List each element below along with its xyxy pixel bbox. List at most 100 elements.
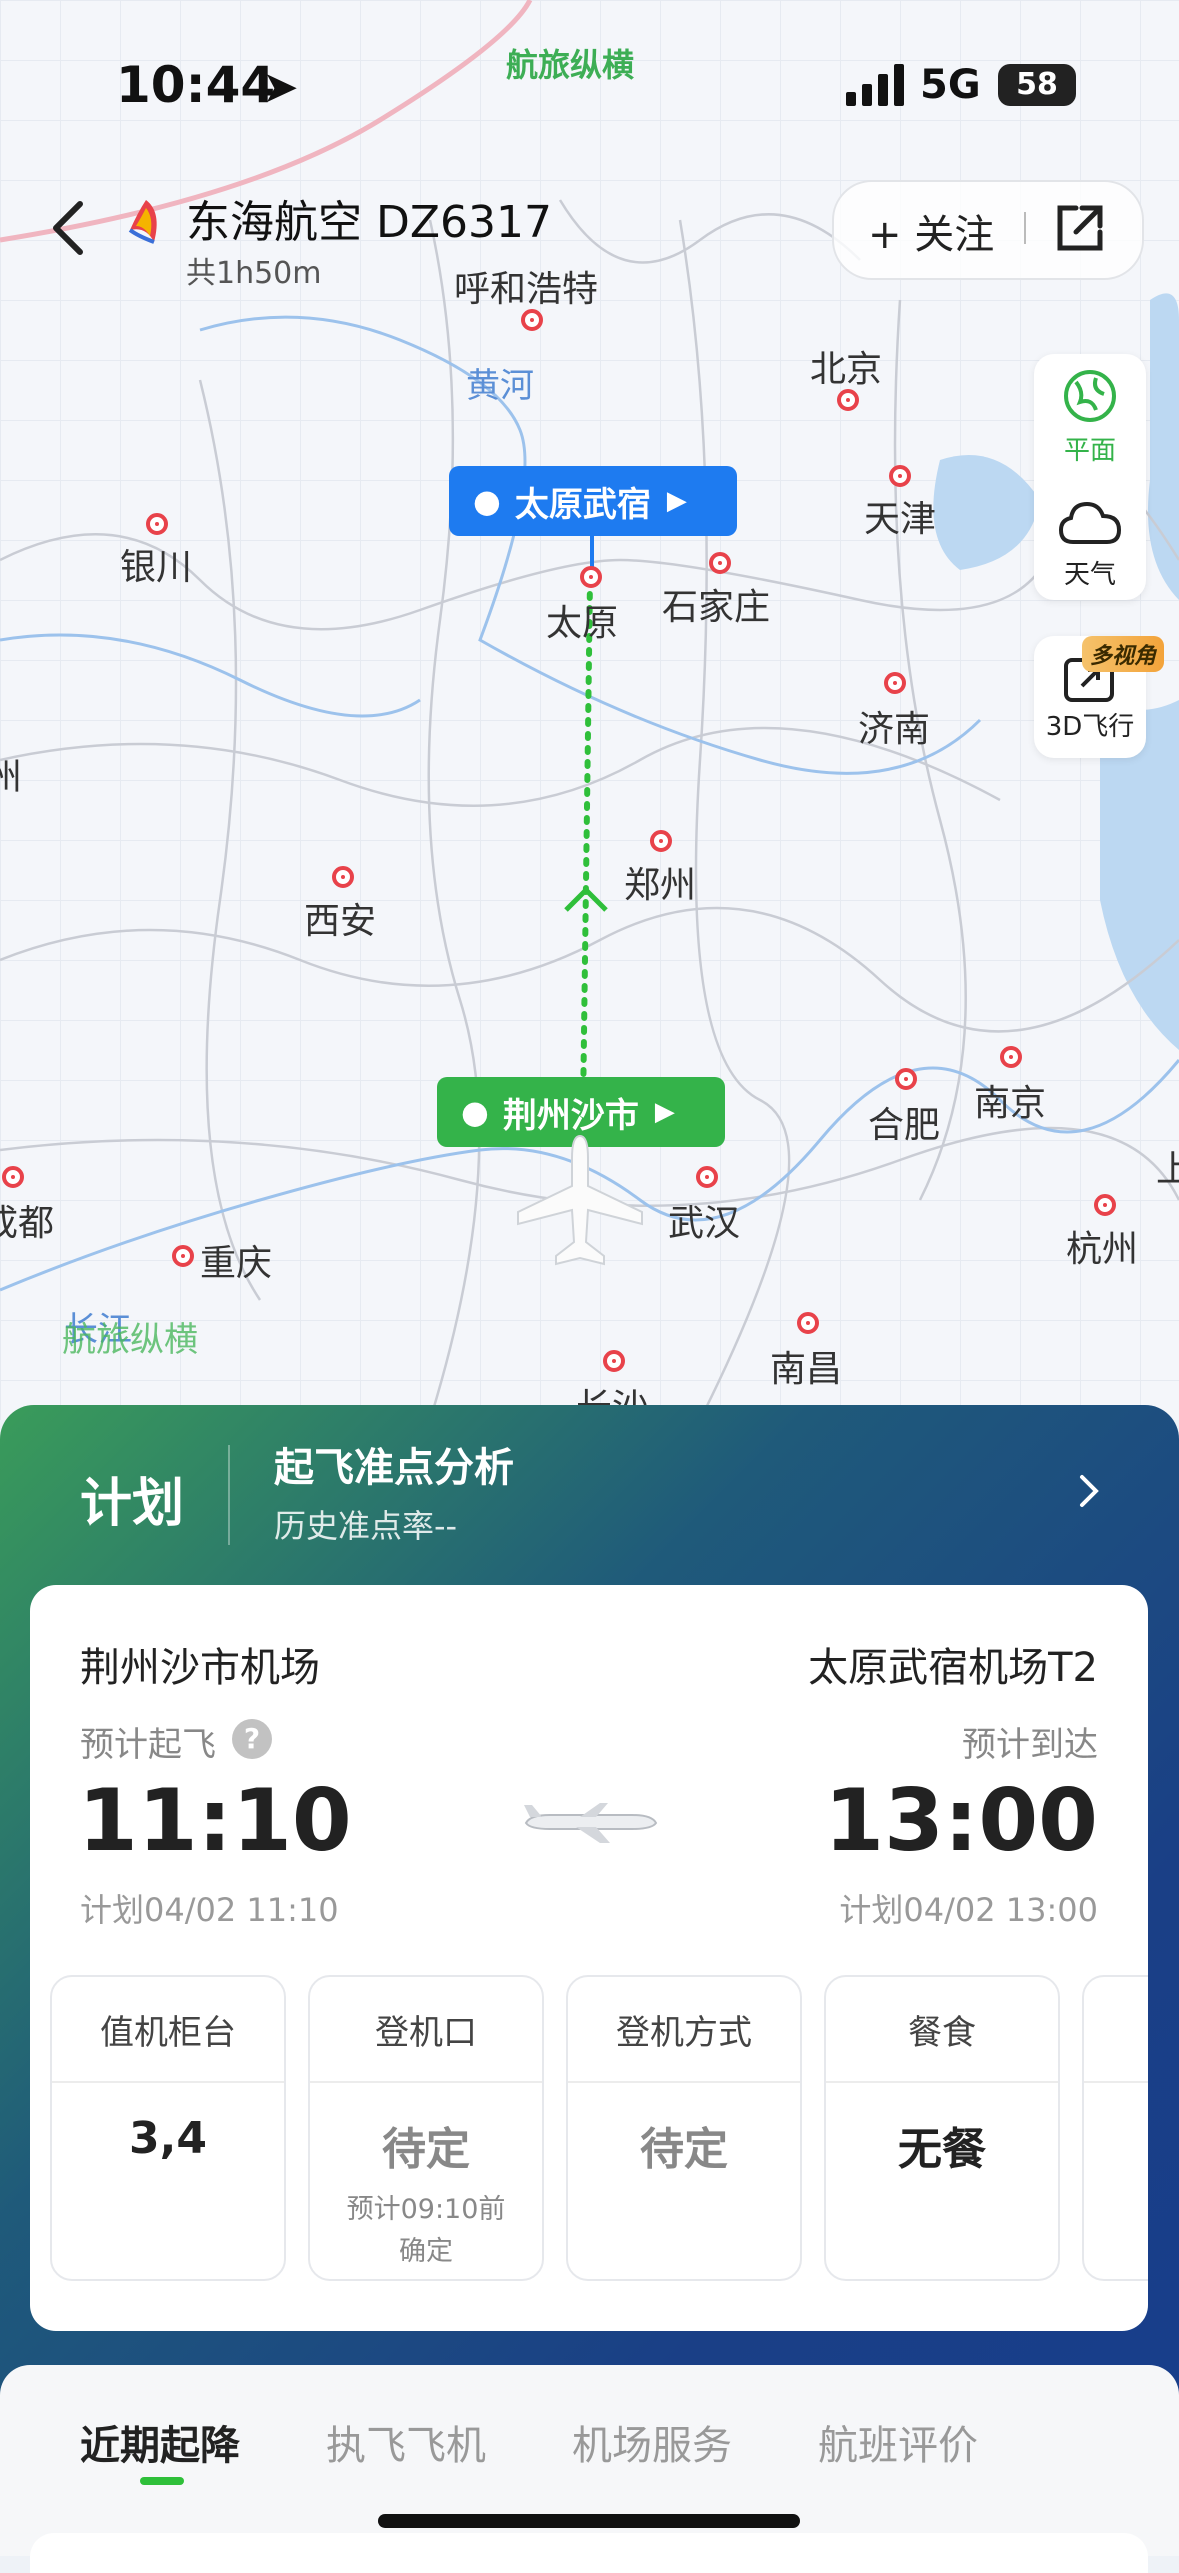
city-dot [895, 1068, 917, 1090]
tile-value: 待定 [640, 2124, 728, 2175]
share-icon [1057, 205, 1103, 251]
city-label: 济南 [858, 709, 931, 750]
city-label: 南京 [974, 1083, 1047, 1124]
boarding-method-tile[interactable]: 登机方式 待定 [566, 1975, 802, 2281]
river-label: 黄河 [466, 366, 534, 406]
tile-title: 下 [1084, 1977, 1148, 2083]
tab-recent-flights[interactable]: 近期起降 [80, 2413, 240, 2471]
destination-airport-tag[interactable]: ● 太原武宿 ▶ [449, 466, 737, 536]
city-label: 西安 [304, 901, 377, 942]
airplane-icon [524, 1803, 658, 1843]
city-label: 天津 [864, 499, 937, 540]
city-label: 重庆 [200, 1243, 273, 1284]
more-tile[interactable]: 下 [1082, 1975, 1148, 2281]
city-dot [332, 866, 354, 888]
info-tiles-row[interactable]: 值机柜台 3,4 登机口 待定 预计09:10前确定 登机方式 待定 餐食 无餐… [50, 1975, 1148, 2281]
map-watermark: 航旅纵横 [62, 1320, 198, 1360]
flight-detail-card: 荆州沙市机场 太原武宿机场T2 预计起飞 ? 预计到达 11:10 13:00 … [30, 1585, 1148, 2331]
city-dot [1000, 1046, 1022, 1068]
city-dot [889, 465, 911, 487]
city-label: 南昌 [770, 1349, 843, 1390]
city-dot [884, 672, 906, 694]
city-label: 郑州 [624, 865, 697, 906]
tile-title: 登机口 [310, 1977, 542, 2083]
city-dot [837, 389, 859, 411]
plan-label: 计划 [80, 1474, 185, 1534]
departure-label: 预计起飞 [80, 1725, 216, 1765]
share-button[interactable] [1052, 200, 1108, 256]
network-type: 5G [920, 62, 981, 108]
city-dot [650, 830, 672, 852]
gate-tile[interactable]: 登机口 待定 预计09:10前确定 [308, 1975, 544, 2281]
arrival-time: 13:00 [824, 1771, 1098, 1871]
tab-aircraft[interactable]: 执飞飞机 [326, 2413, 486, 2471]
city-label: 呼和浩特 [454, 269, 599, 310]
arrival-label: 预计到达 [962, 1725, 1098, 1765]
punctuality-rate: 历史准点率-- [274, 1507, 458, 1545]
help-icon[interactable]: ? [232, 1719, 272, 1759]
caret-right-icon: ▶ [666, 486, 687, 516]
city-label: 杭州 [1066, 1229, 1139, 1270]
next-section-card [30, 2533, 1148, 2573]
weather-button[interactable]: 天气 [1034, 494, 1146, 594]
city-dot [709, 552, 731, 574]
airplane-icon [517, 1134, 643, 1266]
cloud-icon [1058, 501, 1122, 544]
active-tab-indicator [140, 2477, 184, 2485]
location-arrow-icon: ➤ [262, 62, 299, 113]
departure-time: 11:10 [78, 1771, 352, 1871]
city-label: 上 [1156, 1149, 1179, 1190]
flat-map-button[interactable]: 平面 [1034, 368, 1146, 468]
punctuality-section[interactable]: 起飞准点分析 历史准点率-- [274, 1435, 1134, 1555]
signal-icon [846, 64, 906, 106]
battery-icon: 58 [998, 64, 1076, 106]
city-dot [146, 513, 168, 535]
city-dot [172, 1245, 194, 1267]
flight-duration: 共1h50m [186, 256, 322, 291]
globe-icon [1064, 370, 1116, 422]
follow-button[interactable]: + 关注 [868, 202, 994, 260]
arrival-airport: 太原武宿机场T2 [808, 1645, 1098, 1691]
fly3d-label: 3D飞行 [1045, 712, 1135, 742]
flight-title: 东海航空 DZ6317 [186, 197, 552, 248]
airline-logo-icon [124, 196, 168, 246]
destination-tag-label: 太原武宿 [514, 484, 651, 525]
city-dot [1094, 1194, 1116, 1216]
tile-value: 待定 [382, 2124, 470, 2175]
tab-airport-service[interactable]: 机场服务 [572, 2413, 732, 2471]
arrival-scheduled: 计划04/02 13:00 [839, 1891, 1098, 1929]
city-label: 太原 [546, 603, 619, 644]
city-dot [2, 1166, 24, 1188]
departure-airport: 荆州沙市机场 [80, 1645, 320, 1691]
city-label: 合肥 [868, 1105, 941, 1146]
tab-flight-review[interactable]: 航班评价 [818, 2413, 978, 2471]
tile-title: 登机方式 [568, 1977, 800, 2083]
punctuality-title: 起飞准点分析 [274, 1445, 514, 1491]
plan-divider [228, 1445, 230, 1545]
back-button[interactable] [40, 192, 100, 262]
city-label: 石家庄 [662, 587, 771, 628]
tile-value: 无餐 [898, 2124, 986, 2175]
city-dot [580, 566, 602, 588]
flat-map-label: 平面 [1063, 436, 1116, 466]
city-dot [797, 1312, 819, 1334]
status-time: 10:44 [116, 56, 276, 114]
checkin-counter-tile[interactable]: 值机柜台 3,4 [50, 1975, 286, 2281]
multi-view-badge: 多视角 [1082, 636, 1165, 672]
location-pin-icon: ● [461, 1093, 489, 1131]
city-dot [521, 309, 543, 331]
caret-right-icon: ▶ [654, 1097, 675, 1127]
tile-title: 餐食 [826, 1977, 1058, 2083]
city-dot [696, 1166, 718, 1188]
meal-tile[interactable]: 餐食 无餐 [824, 1975, 1060, 2281]
city-label: 成都 [0, 1203, 55, 1244]
departure-scheduled: 计划04/02 11:10 [80, 1891, 339, 1929]
city-label: 北京 [810, 349, 883, 390]
tile-title: 值机柜台 [52, 1977, 284, 2083]
tile-note: 预计09:10前确定 [346, 2194, 506, 2267]
city-dot [603, 1350, 625, 1372]
chevron-right-icon [1080, 1475, 1099, 1507]
weather-label: 天气 [1063, 560, 1116, 590]
home-indicator [378, 2514, 800, 2528]
city-label: 州 [0, 757, 23, 798]
